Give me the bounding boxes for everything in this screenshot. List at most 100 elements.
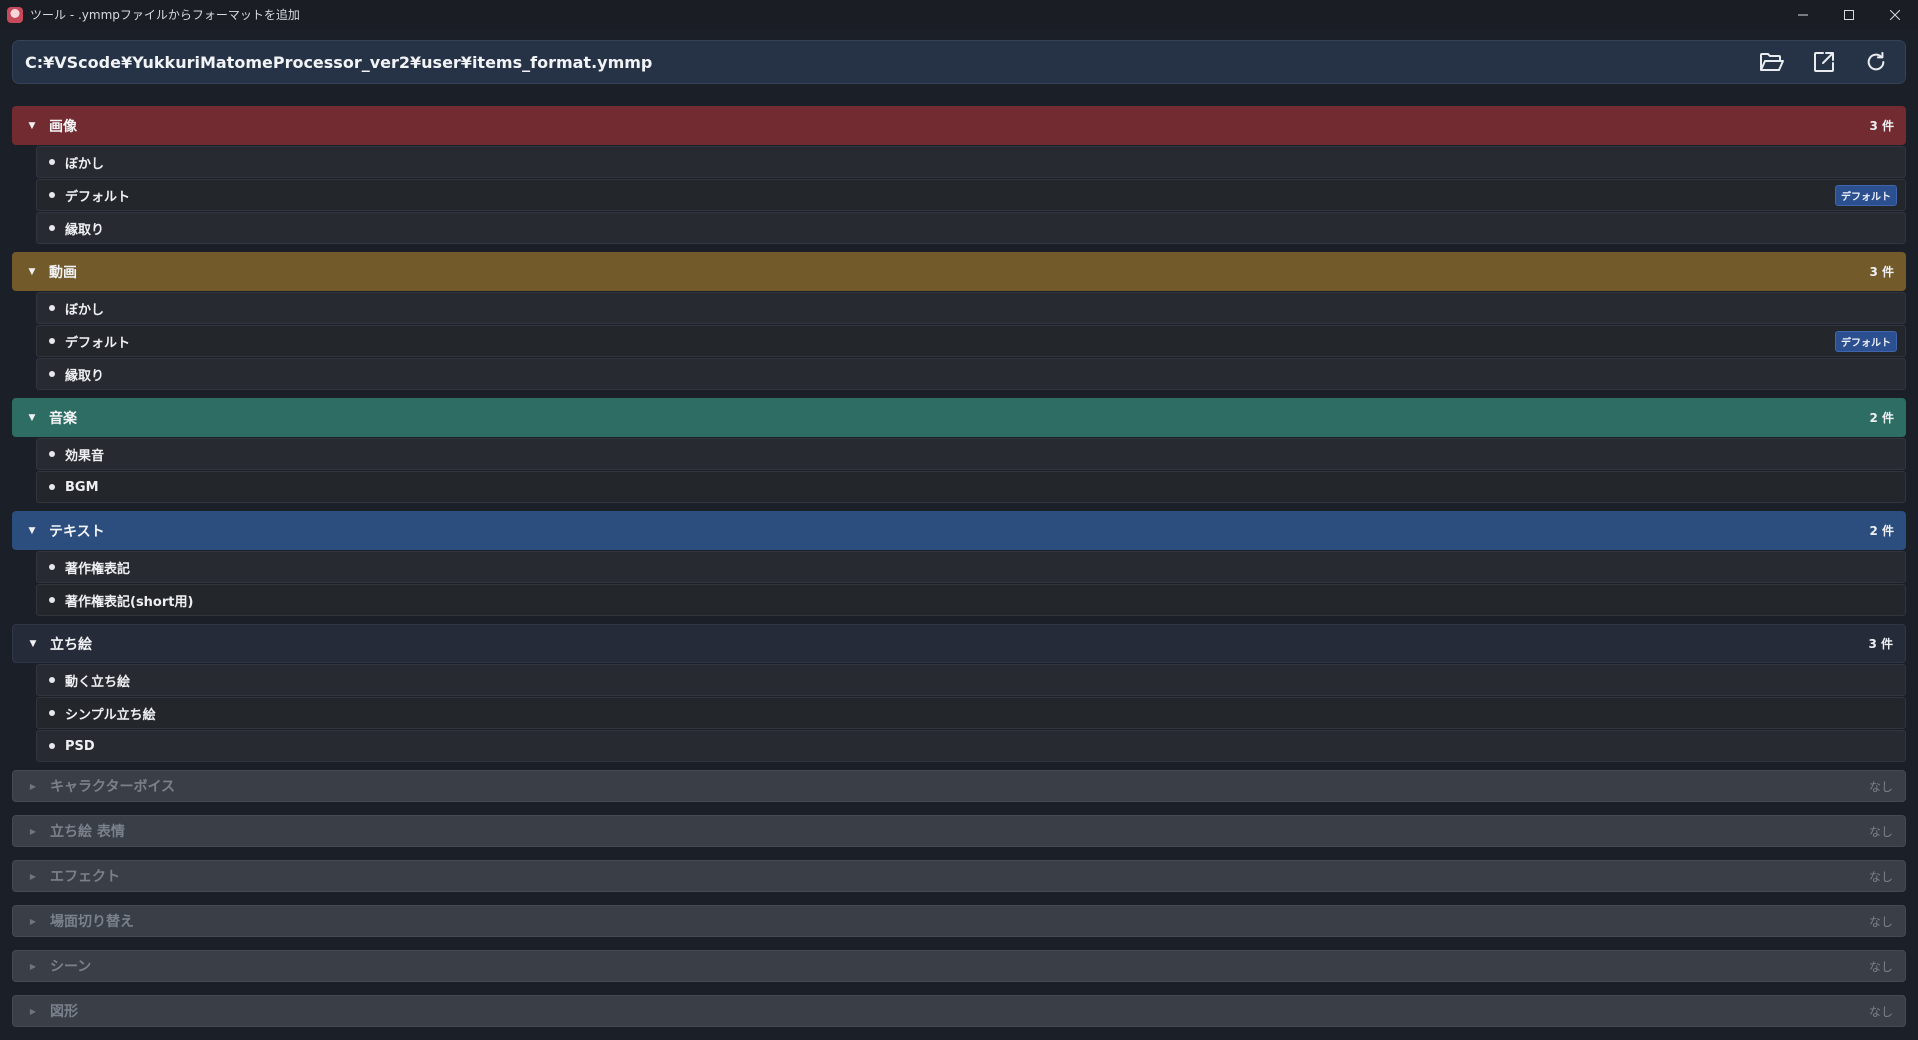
format-item-label: デフォルト	[65, 189, 131, 205]
category-header[interactable]: ▼ 立ち絵 3 件	[12, 624, 1906, 663]
category-group: ▼ 画像 3 件ぼかし デフォルト デフォルト 縁取り	[12, 106, 1906, 244]
folder-open-icon	[1760, 53, 1784, 71]
category-count: 3 件	[1868, 637, 1893, 651]
format-item-label: ぼかし	[65, 302, 105, 318]
format-item[interactable]: 縁取り	[36, 212, 1906, 244]
category-header[interactable]: ▶ キャラクターボイス なし	[12, 770, 1906, 802]
category-header[interactable]: ▼ 画像 3 件	[12, 106, 1906, 145]
category-header[interactable]: ▼ 動画 3 件	[12, 252, 1906, 291]
bullet-icon	[49, 677, 55, 683]
category-count: 3 件	[1869, 265, 1894, 279]
chevron-down-icon: ▼	[28, 525, 36, 536]
app-icon	[7, 6, 23, 23]
category-label: 図形	[50, 1004, 78, 1020]
chevron-right-icon: ▶	[29, 961, 37, 971]
format-item[interactable]: PSD	[36, 730, 1906, 762]
category-header[interactable]: ▶ 立ち絵 表情 なし	[12, 815, 1906, 847]
file-path-text[interactable]: C:¥VScode¥YukkuriMatomeProcessor_ver2¥us…	[25, 53, 652, 72]
bullet-icon	[49, 597, 55, 603]
format-item[interactable]: 著作権表記(short用)	[36, 584, 1906, 616]
format-item[interactable]: ぼかし	[36, 146, 1906, 178]
category-group: ▶ キャラクターボイス なし	[12, 770, 1906, 802]
bullet-icon	[49, 743, 55, 749]
maximize-button[interactable]	[1826, 0, 1872, 29]
chevron-right-icon: ▶	[29, 1006, 37, 1016]
category-header[interactable]: ▶ シーン なし	[12, 950, 1906, 982]
format-item[interactable]: BGM	[36, 471, 1906, 503]
open-external-button[interactable]	[1807, 45, 1841, 79]
chevron-right-icon: ▶	[29, 826, 37, 836]
format-item[interactable]: シンプル立ち絵	[36, 697, 1906, 729]
category-label: テキスト	[49, 523, 105, 540]
category-header[interactable]: ▼ テキスト 2 件	[12, 511, 1906, 550]
file-path-bar: C:¥VScode¥YukkuriMatomeProcessor_ver2¥us…	[12, 40, 1906, 84]
category-label: シーン	[50, 959, 92, 975]
open-external-icon	[1814, 52, 1834, 72]
chevron-down-icon: ▼	[28, 120, 36, 131]
category-header[interactable]: ▶ エフェクト なし	[12, 860, 1906, 892]
format-item-label: BGM	[65, 479, 99, 495]
chevron-down-icon: ▼	[29, 638, 37, 649]
window-title: ツール - .ymmpファイルからフォーマットを追加	[30, 8, 300, 22]
category-header[interactable]: ▶ 場面切り替え なし	[12, 905, 1906, 937]
category-group: ▶ 図形 なし	[12, 995, 1906, 1027]
category-count: なし	[1868, 779, 1893, 794]
category-count: なし	[1868, 914, 1893, 929]
category-label: エフェクト	[50, 869, 120, 885]
minimize-button[interactable]	[1780, 0, 1826, 29]
category-label: 音楽	[49, 410, 77, 427]
chevron-right-icon: ▶	[29, 916, 37, 926]
format-item-label: デフォルト	[65, 335, 131, 351]
format-item[interactable]: デフォルト デフォルト	[36, 179, 1906, 211]
bullet-icon	[49, 564, 55, 570]
category-header[interactable]: ▶ 図形 なし	[12, 995, 1906, 1027]
format-item-label: 効果音	[65, 448, 105, 464]
window-controls	[1780, 0, 1918, 29]
format-item[interactable]: 動く立ち絵	[36, 664, 1906, 696]
format-item-label: 動く立ち絵	[65, 674, 131, 690]
category-items: ぼかしデフォルト デフォルト 縁取り	[12, 145, 1906, 244]
category-header[interactable]: ▼ 音楽 2 件	[12, 398, 1906, 437]
window-titlebar: ツール - .ymmpファイルからフォーマットを追加	[0, 0, 1918, 29]
format-item-label: 著作権表記	[65, 561, 131, 577]
refresh-button[interactable]	[1859, 45, 1893, 79]
category-count: なし	[1868, 824, 1893, 839]
chevron-right-icon: ▶	[29, 871, 37, 881]
format-item[interactable]: 縁取り	[36, 358, 1906, 390]
close-button[interactable]	[1872, 0, 1918, 29]
format-item-label: 縁取り	[65, 368, 105, 384]
maximize-icon	[1844, 9, 1854, 20]
format-item-label: ぼかし	[65, 156, 105, 172]
chevron-right-icon: ▶	[29, 781, 37, 791]
category-items: ぼかしデフォルト デフォルト縁取り	[12, 291, 1906, 390]
format-item-label: シンプル立ち絵	[65, 707, 156, 723]
bullet-icon	[49, 338, 55, 344]
category-items: 著作権表記著作権表記(short用)	[12, 550, 1906, 616]
category-items: 動く立ち絵シンプル立ち絵 PSD	[12, 663, 1906, 762]
bullet-icon	[49, 484, 55, 490]
category-group: ▶ 場面切り替え なし	[12, 905, 1906, 937]
format-item[interactable]: 著作権表記	[36, 551, 1906, 583]
category-label: 立ち絵	[50, 636, 92, 653]
bullet-icon	[49, 371, 55, 377]
category-count: なし	[1868, 869, 1893, 884]
category-items: 効果音 BGM	[12, 437, 1906, 503]
format-item[interactable]: 効果音	[36, 438, 1906, 470]
bullet-icon	[49, 159, 55, 165]
category-label: 画像	[49, 118, 77, 135]
category-group: ▶ 立ち絵 表情 なし	[12, 815, 1906, 847]
bullet-icon	[49, 225, 55, 231]
path-actions	[1755, 41, 1893, 83]
category-label: 動画	[49, 264, 77, 281]
bullet-icon	[49, 305, 55, 311]
open-folder-button[interactable]	[1755, 45, 1789, 79]
format-item[interactable]: ぼかし	[36, 292, 1906, 324]
format-item[interactable]: デフォルト デフォルト	[36, 325, 1906, 357]
close-icon	[1890, 9, 1900, 20]
